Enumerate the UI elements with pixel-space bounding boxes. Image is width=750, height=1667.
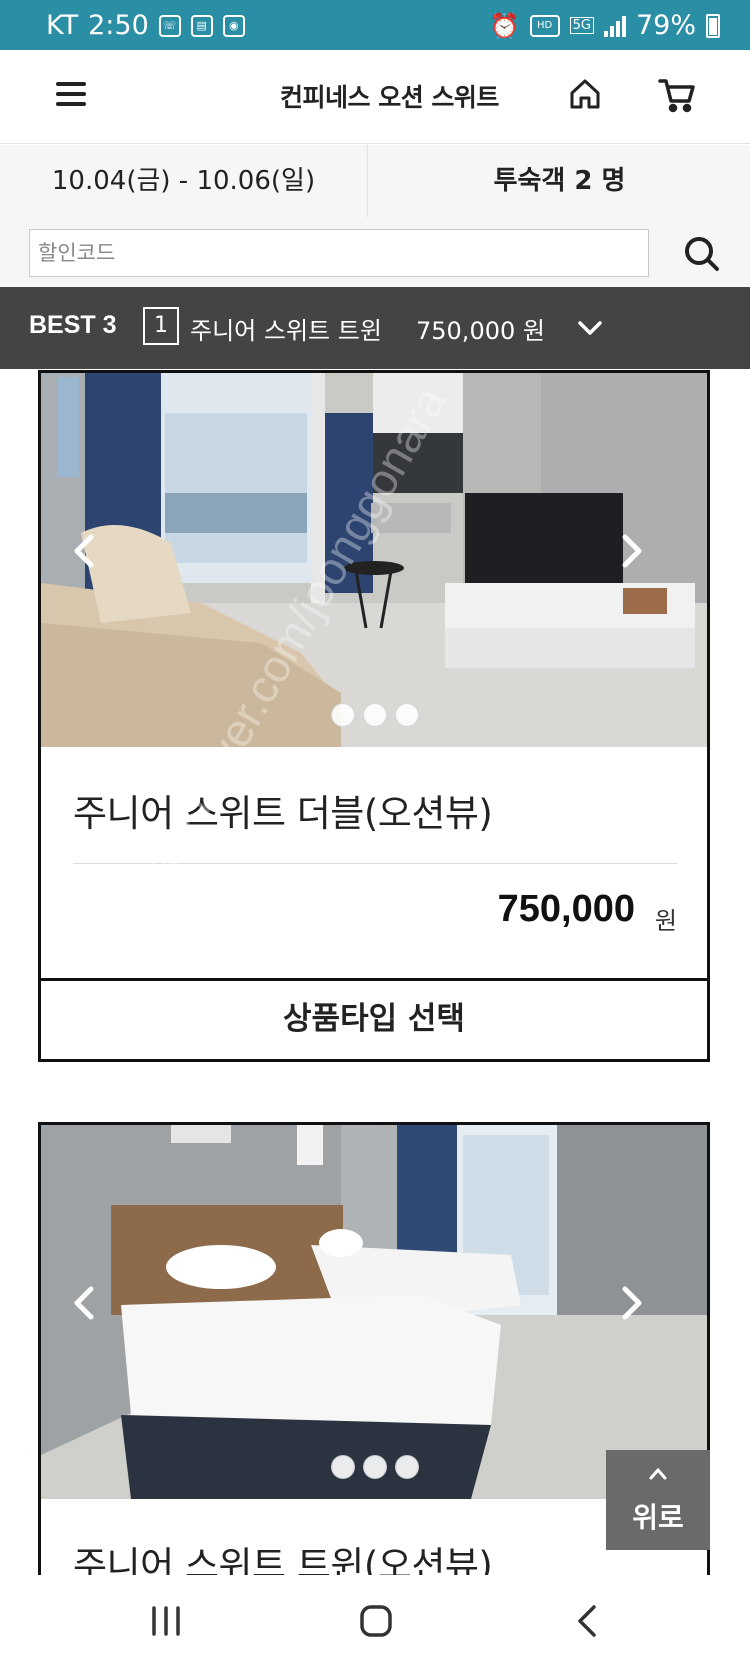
slide-dot[interactable] — [363, 1455, 387, 1479]
best-label: BEST 3 — [29, 311, 117, 339]
prev-slide-arrow-icon[interactable] — [67, 1283, 103, 1323]
slide-indicator — [331, 1455, 419, 1479]
search-icon[interactable] — [682, 234, 722, 274]
currency-label: 원 — [654, 907, 677, 935]
call-icon: ☏ — [158, 14, 181, 37]
app-notification-icon: ◉ — [222, 14, 245, 37]
divider — [73, 863, 677, 864]
caret-up-icon — [648, 1464, 668, 1484]
slide-indicator — [331, 703, 419, 727]
discount-code-input[interactable] — [29, 229, 649, 277]
room-photo-living-room[interactable] — [41, 373, 707, 747]
slide-dot[interactable] — [363, 703, 387, 727]
status-bar: KT 2:50 ☏ ▤ ◉ ⏰ HD 5G 79% — [0, 0, 750, 50]
slide-dot[interactable] — [331, 1455, 355, 1479]
home-icon[interactable] — [568, 77, 602, 111]
system-navigation-bar — [0, 1575, 750, 1667]
system-back-icon[interactable] — [574, 1603, 600, 1639]
slide-dot[interactable] — [395, 1455, 419, 1479]
hd-icon: HD — [529, 14, 560, 37]
network-5g-icon: 5G — [569, 17, 594, 34]
stay-dates-selector[interactable]: 10.04(금) - 10.06(일) — [0, 145, 368, 217]
next-slide-arrow-icon[interactable] — [613, 531, 649, 571]
battery-level: 79% — [635, 10, 696, 41]
page-title: 컨피네스 오션 스위트 — [280, 83, 499, 112]
room-name: 주니어 스위트 더블(오션뷰) — [73, 792, 493, 835]
carrier-label: KT — [46, 10, 79, 41]
recent-apps-icon[interactable] — [148, 1605, 184, 1637]
slide-dot[interactable] — [395, 703, 419, 727]
best-rooms-bar[interactable]: BEST 3 1 주니어 스위트 트윈 750,000 원 — [0, 287, 750, 369]
best-rank-badge: 1 — [143, 307, 179, 345]
gallery-icon: ▤ — [190, 14, 213, 37]
cart-icon[interactable] — [658, 76, 696, 114]
room-card: 주니어 스위트 더블(오션뷰) 750,000 원 상품타입 선택 — [38, 370, 710, 1062]
booking-summary: 10.04(금) - 10.06(일) 투숙객 2 명 — [0, 145, 750, 217]
system-home-icon[interactable] — [359, 1603, 393, 1639]
clock: 2:50 — [88, 10, 149, 41]
hamburger-menu-icon[interactable] — [56, 82, 86, 106]
select-product-type-button[interactable]: 상품타입 선택 — [41, 978, 707, 1056]
app-header: 컨피네스 오션 스위트 — [0, 50, 750, 144]
guest-count-selector[interactable]: 투숙객 2 명 — [369, 145, 750, 217]
signal-icon — [603, 15, 626, 37]
scroll-to-top-label: 위로 — [632, 1501, 684, 1534]
alarm-icon: ⏰ — [489, 11, 520, 40]
chevron-down-icon[interactable] — [577, 315, 603, 341]
coupon-bar — [0, 217, 750, 287]
best-room-name: 주니어 스위트 트윈 — [190, 317, 382, 345]
prev-slide-arrow-icon[interactable] — [67, 531, 103, 571]
battery-icon — [706, 13, 720, 38]
scroll-to-top-button[interactable]: 위로 — [606, 1450, 710, 1550]
best-room-price: 750,000 원 — [416, 317, 545, 345]
next-slide-arrow-icon[interactable] — [613, 1283, 649, 1323]
room-photo-twin-bedroom[interactable] — [41, 1125, 707, 1499]
room-price: 750,000 — [497, 888, 635, 930]
slide-dot[interactable] — [331, 703, 355, 727]
